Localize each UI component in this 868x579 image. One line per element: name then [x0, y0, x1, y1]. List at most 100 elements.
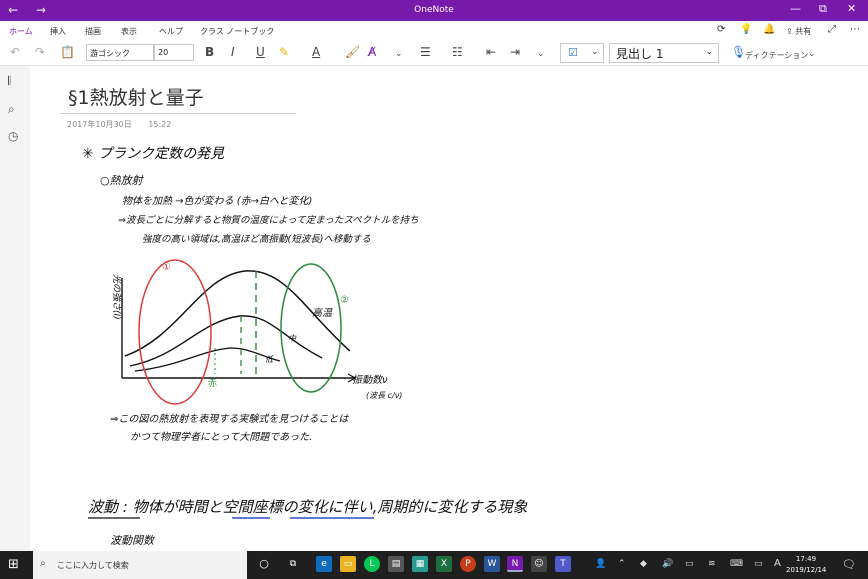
clear-format-icon[interactable]: A̸	[368, 45, 376, 60]
sidebar: 𝄃 ⌕ ◷	[0, 66, 30, 551]
x-axis-label: 振動数ν	[352, 374, 388, 386]
cortana-icon[interactable]: ○	[256, 556, 272, 572]
ribbon-chevron-icon[interactable]: ⌄	[808, 47, 816, 62]
taskbar-search-box[interactable]: ⌕ ここに入力して検索	[33, 551, 247, 579]
chevron-down-icon: ⌄	[591, 47, 599, 57]
share-label: 共有	[795, 27, 812, 36]
more-format-chevron-icon[interactable]: ⌄	[395, 47, 403, 62]
task-view-icon[interactable]: ⧉	[285, 556, 301, 572]
file-explorer-icon[interactable]: ▭	[340, 556, 356, 572]
todo-tag-select[interactable]: ☑ ⌄	[560, 43, 604, 63]
system-clock[interactable]: 17:49 2019/12/14	[786, 554, 826, 576]
ribbon: ↶ ↷ 📋 游ゴシック 20 B I U ✎ A 🖌 A̸ ⌄ ☰ ☷ ⇤ ⇥ …	[0, 40, 868, 66]
tab-home[interactable]: ホーム	[9, 26, 33, 42]
battery-icon[interactable]: ▭	[685, 559, 694, 569]
word-icon[interactable]: W	[484, 556, 500, 572]
onenote-icon[interactable]: N	[507, 556, 523, 572]
wifi-icon[interactable]: ≋	[708, 559, 716, 569]
bold-button[interactable]: B	[205, 45, 214, 60]
ink-subheading: ○熱放射	[100, 174, 145, 187]
minimize-button[interactable]: —	[790, 2, 801, 15]
clipboard-icon[interactable]: 📋	[60, 45, 75, 60]
font-name-box[interactable]: 游ゴシック	[86, 44, 154, 61]
x-axis-sublabel: (波長 c/ν)	[366, 391, 402, 400]
style-value: 見出し 1	[616, 47, 664, 61]
app-title: OneNote	[414, 5, 454, 15]
indent-icon[interactable]: ⇥	[510, 45, 520, 60]
search-icon[interactable]: ⌕	[8, 102, 15, 117]
tab-help[interactable]: ヘルプ	[159, 26, 183, 37]
volume-icon[interactable]: 🔊	[662, 559, 673, 569]
tab-view[interactable]: 表示	[121, 26, 137, 37]
search-placeholder: ここに入力して検索	[57, 561, 129, 570]
line-icon[interactable]: L	[364, 556, 380, 572]
keyboard-icon[interactable]: ⌨	[730, 559, 743, 569]
clock-time: 17:49	[795, 555, 817, 563]
teams-icon[interactable]: T	[555, 556, 571, 572]
paragraph-chevron-icon[interactable]: ⌄	[537, 47, 545, 62]
ink-canvas[interactable]: ✳ プランク定数の発見 ○熱放射 物体を加熱 →色が変わる (赤→白へと変化) …	[30, 66, 868, 551]
ink-line-3: 強度の高い領域は,高温ほど高振動(短波長)へ移動する	[142, 233, 371, 245]
ink-line-2: ⇒波長ごとに分解すると物質の温度によって定まったスペクトルを持ち	[118, 214, 419, 226]
dictation-button[interactable]: ディクテーション	[745, 48, 808, 63]
high-temp-label: 高温	[312, 307, 333, 319]
sync-icon[interactable]: ⟳	[717, 24, 725, 35]
circle-2-label: ②	[340, 295, 349, 306]
redo-icon[interactable]: ↷	[35, 45, 45, 60]
highlight-icon[interactable]: ✎	[279, 45, 289, 60]
monitor-icon[interactable]: ▭	[754, 559, 763, 569]
ink-conclusion-1: ⇒この図の熱放射を表現する実験式を見つけることは	[110, 413, 349, 425]
format-painter-icon[interactable]: 🖌	[345, 45, 360, 60]
chevron-up-icon[interactable]: ⌃	[618, 559, 626, 569]
underline-button[interactable]: U	[256, 45, 265, 60]
store-icon[interactable]: ▤	[388, 556, 404, 572]
tab-draw[interactable]: 描画	[85, 26, 101, 37]
lightbulb-icon[interactable]: 💡	[740, 24, 752, 35]
search-icon: ⌕	[40, 558, 46, 569]
tab-insert[interactable]: 挿入	[50, 26, 66, 37]
photos-icon[interactable]: ▦	[412, 556, 428, 572]
ink-wave-function: 波動関数	[110, 534, 156, 547]
y-axis-label: 光の強さ(I)	[111, 274, 122, 320]
notebooks-icon[interactable]: 𝄃	[8, 74, 11, 89]
numbered-list-icon[interactable]: ☷	[452, 45, 463, 60]
clock-date: 2019/12/14	[786, 566, 827, 574]
chevron-down-icon: ⌄	[705, 47, 713, 57]
ink-heading: ✳ プランク定数の発見	[82, 146, 225, 162]
share-button[interactable]: ⇪ 共有	[786, 26, 811, 37]
circle-1-label: ①	[162, 262, 171, 273]
maximize-button[interactable]: ⧉	[819, 2, 827, 16]
spectrum-graph: ① ② 高温 中 低 赤 振動数ν (波長 c/ν) 光の強さ(I)	[111, 259, 402, 405]
powerpoint-icon[interactable]: P	[460, 556, 476, 572]
tab-class-notebook[interactable]: クラス ノートブック	[200, 26, 274, 37]
font-size-box[interactable]: 20	[154, 44, 194, 61]
italic-button[interactable]: I	[231, 45, 235, 60]
excel-icon[interactable]: X	[436, 556, 452, 572]
ink-wave-definition: 波動 : 物体が時間と空間座標の変化に伴い,周期的に変化する現象	[88, 498, 528, 516]
cat-app-icon[interactable]: ☺	[531, 556, 547, 572]
expand-icon[interactable]: ⤢	[828, 24, 836, 35]
dropbox-icon[interactable]: ◆	[640, 559, 647, 569]
ime-indicator[interactable]: A	[774, 558, 781, 569]
title-bar: ← → OneNote — ⧉ ✕	[0, 0, 868, 21]
notification-icon[interactable]: 🗨	[842, 558, 856, 571]
outdent-icon[interactable]: ⇤	[486, 45, 496, 60]
edge-icon[interactable]: e	[316, 556, 332, 572]
style-select[interactable]: 見出し 1 ⌄	[609, 43, 719, 63]
bullet-list-icon[interactable]: ☰	[420, 45, 431, 60]
green-region-ellipse	[280, 263, 342, 393]
font-color-button[interactable]: A	[312, 45, 320, 60]
close-button[interactable]: ✕	[847, 2, 856, 15]
menu-bar: ホーム 挿入 描画 表示 ヘルプ クラス ノートブック ⟳ 💡 🔔 ⇪ 共有 ⤢…	[0, 21, 868, 42]
mid-temp-label: 中	[288, 334, 297, 343]
bell-icon[interactable]: 🔔	[763, 24, 775, 35]
more-icon[interactable]: ⋯	[850, 24, 860, 35]
low-temp-label: 低	[265, 355, 274, 364]
people-icon[interactable]: 👤	[595, 559, 606, 569]
recent-icon[interactable]: ◷	[8, 129, 18, 143]
microphone-icon[interactable]: 🎙	[731, 45, 746, 60]
undo-icon[interactable]: ↶	[10, 45, 20, 60]
taskbar: ⊞ ⌕ ここに入力して検索 ○ ⧉ e ▭ L ▤ ▦ X P W N ☺ T …	[0, 551, 868, 579]
windows-start-icon[interactable]: ⊞	[8, 557, 19, 572]
checkbox-icon: ☑	[568, 46, 578, 59]
